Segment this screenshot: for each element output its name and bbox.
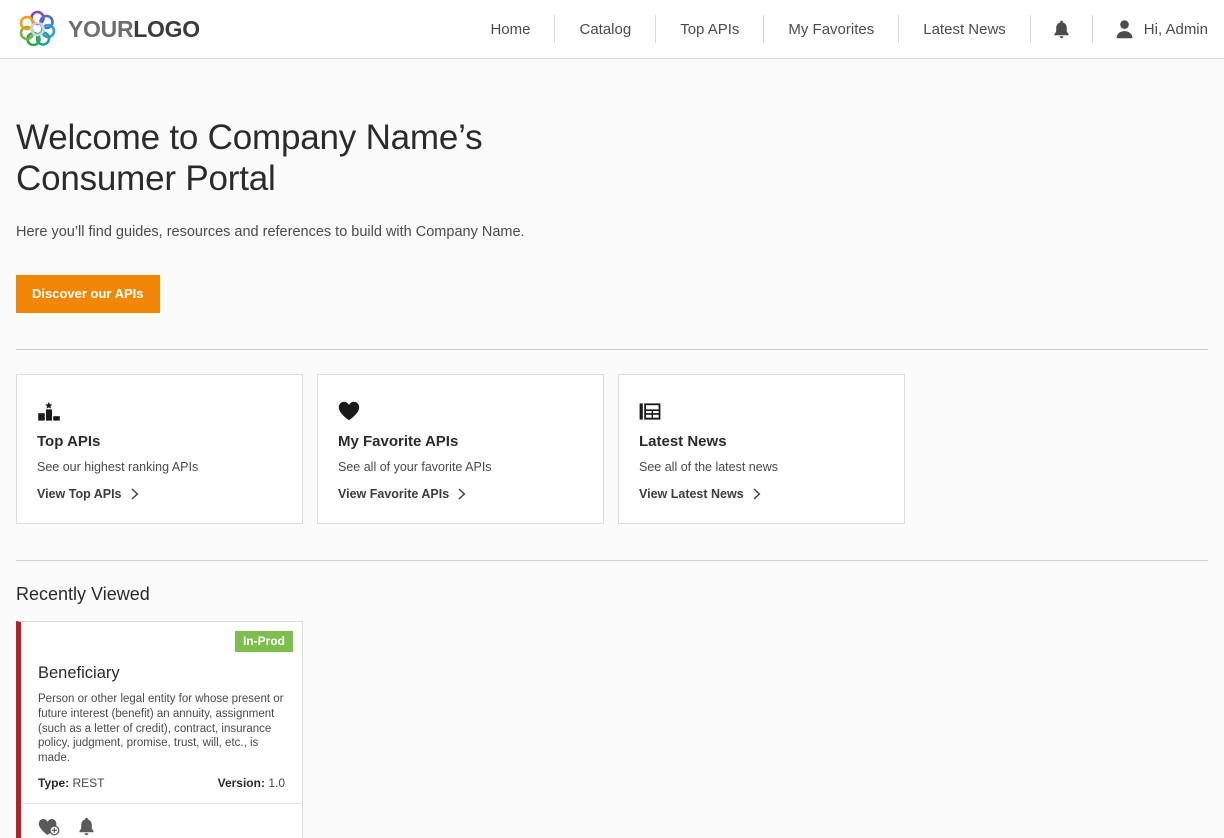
view-latest-news-link[interactable]: View Latest News	[639, 487, 761, 501]
main-content: Welcome to Company Name’s Consumer Porta…	[0, 59, 1224, 838]
chevron-right-icon	[458, 488, 466, 500]
feature-card-description: See all of the latest news	[639, 460, 778, 474]
feature-card-top-apis[interactable]: Top APIs See our highest ranking APIs Vi…	[16, 374, 303, 524]
feature-card-description: See our highest ranking APIs	[37, 460, 199, 474]
feature-card-my-favorite-apis[interactable]: My Favorite APIs See all of your favorit…	[317, 374, 604, 524]
page-subtitle: Here you’ll find guides, resources and r…	[16, 224, 525, 240]
user-greeting: Hi, Admin	[1143, 20, 1208, 38]
bell-icon[interactable]	[78, 817, 95, 838]
chevron-right-icon	[131, 488, 138, 500]
brand-logo-text: YOURLOGO	[68, 16, 200, 43]
newspaper-icon	[639, 397, 884, 421]
view-favorite-apis-link[interactable]: View Favorite APIs	[338, 487, 466, 501]
api-card-actions	[21, 803, 302, 838]
view-top-apis-link[interactable]: View Top APIs	[37, 487, 139, 501]
feature-card-link-label: View Latest News	[639, 487, 744, 501]
api-card-version: Version: 1.0	[218, 776, 285, 790]
section-divider-top	[16, 349, 1208, 350]
api-card-type: Type: REST	[38, 776, 104, 790]
section-divider-bottom	[16, 560, 1208, 561]
badge-row: In-Prod	[21, 622, 302, 653]
feature-card-list: Top APIs See our highest ranking APIs Vi…	[16, 374, 1208, 524]
main-navigation: Home Catalog Top APIs My Favorites Lates…	[466, 0, 1208, 58]
nav-item-latest-news[interactable]: Latest News	[899, 15, 1030, 43]
feature-card-title: Latest News	[639, 433, 727, 450]
api-card-version-value: 1.0	[268, 776, 285, 791]
page-title: Welcome to Company Name’s Consumer Porta…	[16, 59, 576, 199]
feature-card-title: Top APIs	[37, 433, 101, 450]
page-title-line-1: Welcome to Company Name’s	[16, 118, 483, 157]
multicolor-circles-logo-icon	[16, 9, 58, 49]
brand-logo[interactable]: YOURLOGO	[16, 9, 200, 49]
chevron-right-icon	[753, 488, 761, 500]
api-card-body: Beneficiary Person or other legal entity…	[21, 652, 302, 803]
api-card-meta: Type: REST Version: 1.0	[38, 776, 285, 803]
api-card-type-value: REST	[72, 776, 105, 791]
heart-plus-icon[interactable]	[38, 818, 60, 838]
api-card-beneficiary[interactable]: In-Prod Beneficiary Person or other lega…	[16, 621, 303, 838]
api-card-title: Beneficiary	[38, 664, 120, 683]
feature-card-description: See all of your favorite APIs	[338, 460, 492, 474]
user-menu[interactable]: Hi, Admin	[1093, 15, 1208, 43]
feature-card-link-label: View Top APIs	[37, 487, 122, 501]
ranking-podium-icon	[37, 397, 282, 421]
heart-icon	[338, 397, 583, 421]
api-card-type-label: Type:	[38, 776, 70, 791]
nav-item-catalog[interactable]: Catalog	[555, 15, 655, 43]
user-avatar-icon	[1116, 20, 1133, 39]
page-title-line-2: Consumer Portal	[16, 159, 276, 198]
api-card-version-label: Version:	[217, 776, 265, 791]
site-header: YOURLOGO Home Catalog Top APIs My Favori…	[0, 0, 1224, 59]
feature-card-title: My Favorite APIs	[338, 433, 459, 450]
recently-viewed-heading: Recently Viewed	[16, 584, 150, 604]
discover-apis-button[interactable]: Discover our APIs	[16, 275, 160, 313]
recently-viewed-list: In-Prod Beneficiary Person or other lega…	[16, 621, 1208, 838]
nav-item-top-apis[interactable]: Top APIs	[656, 15, 763, 43]
brand-logo-text-secondary: LOGO	[133, 15, 200, 42]
status-badge: In-Prod	[235, 631, 293, 653]
notifications-button[interactable]	[1031, 15, 1092, 43]
nav-item-my-favorites[interactable]: My Favorites	[764, 15, 898, 43]
brand-logo-text-primary: YOUR	[68, 15, 134, 42]
feature-card-latest-news[interactable]: Latest News See all of the latest news V…	[618, 374, 905, 524]
nav-item-home[interactable]: Home	[466, 15, 554, 43]
bell-icon	[1054, 20, 1069, 38]
api-card-description: Person or other legal entity for whose p…	[38, 693, 284, 764]
feature-card-link-label: View Favorite APIs	[338, 487, 450, 501]
